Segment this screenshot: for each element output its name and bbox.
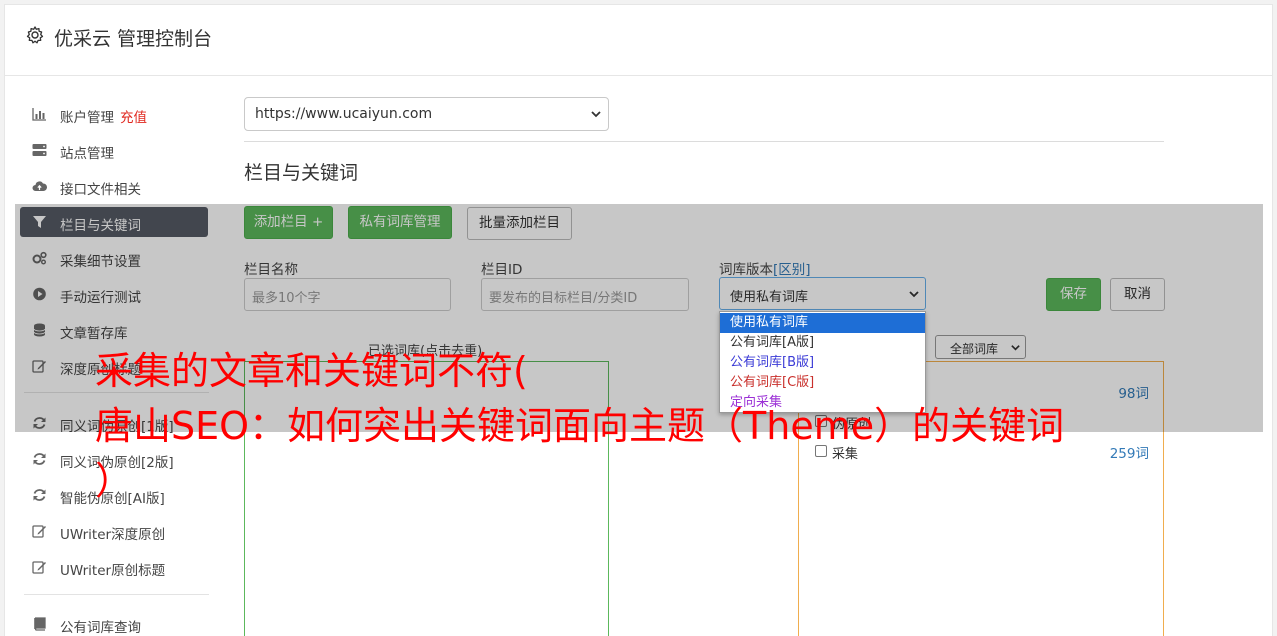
server-icon (32, 144, 47, 156)
app-title: 优采云 管理控制台 (54, 28, 213, 50)
sidebar-item-uwriter-title[interactable]: UWriter原创标题 (20, 552, 208, 582)
refresh-icon (33, 453, 46, 465)
bar-chart-icon (32, 108, 46, 121)
overlay-headline: 采集的文章和关键词不符( 唐山SEO：如何突出关键词面向主题（Theme）的关键… (95, 344, 1205, 509)
headline-line-1: 采集的文章和关键词不符( (95, 349, 528, 393)
book-icon (34, 617, 46, 631)
sidebar-item-label: UWriter深度原创 (60, 527, 166, 543)
divider (244, 141, 1164, 142)
refresh-icon (33, 489, 46, 501)
sidebar-item-label: 公有词库查询 (60, 620, 141, 636)
headline-line-3: ） (95, 459, 134, 503)
site-select-value: https://www.ucaiyun.com (255, 106, 433, 122)
gear-icon (26, 26, 44, 44)
recharge-link[interactable]: 充值 (120, 110, 147, 126)
sidebar-item-public-lib[interactable]: 公有词库查询 (20, 609, 208, 636)
sidebar-item-api-files[interactable]: 接口文件相关 (20, 171, 208, 201)
edit-icon (32, 525, 46, 538)
section-title: 栏目与关键词 (244, 162, 359, 184)
chevron-down-icon (591, 111, 601, 118)
sidebar-item-sites[interactable]: 站点管理 (20, 135, 208, 165)
header: 优采云 管理控制台 (5, 5, 1272, 76)
edit-icon (32, 561, 46, 574)
site-select[interactable]: https://www.ucaiyun.com (244, 97, 609, 131)
sidebar-divider (24, 594, 209, 595)
sidebar-item-label: 接口文件相关 (60, 182, 141, 198)
dropdown-option[interactable]: 使用私有词库 (720, 313, 925, 333)
cloud-upload-icon (32, 181, 47, 191)
sidebar-item-label: 站点管理 (60, 146, 114, 162)
sidebar-item-uwriter-deep[interactable]: UWriter深度原创 (20, 516, 208, 546)
sidebar-item-account[interactable]: 账户管理 充值 (20, 99, 208, 129)
sidebar-item-label: UWriter原创标题 (60, 563, 166, 579)
sidebar-item-label: 账户管理 (60, 110, 114, 126)
headline-line-2: 唐山SEO：如何突出关键词面向主题（Theme）的关键词 (95, 404, 1065, 448)
